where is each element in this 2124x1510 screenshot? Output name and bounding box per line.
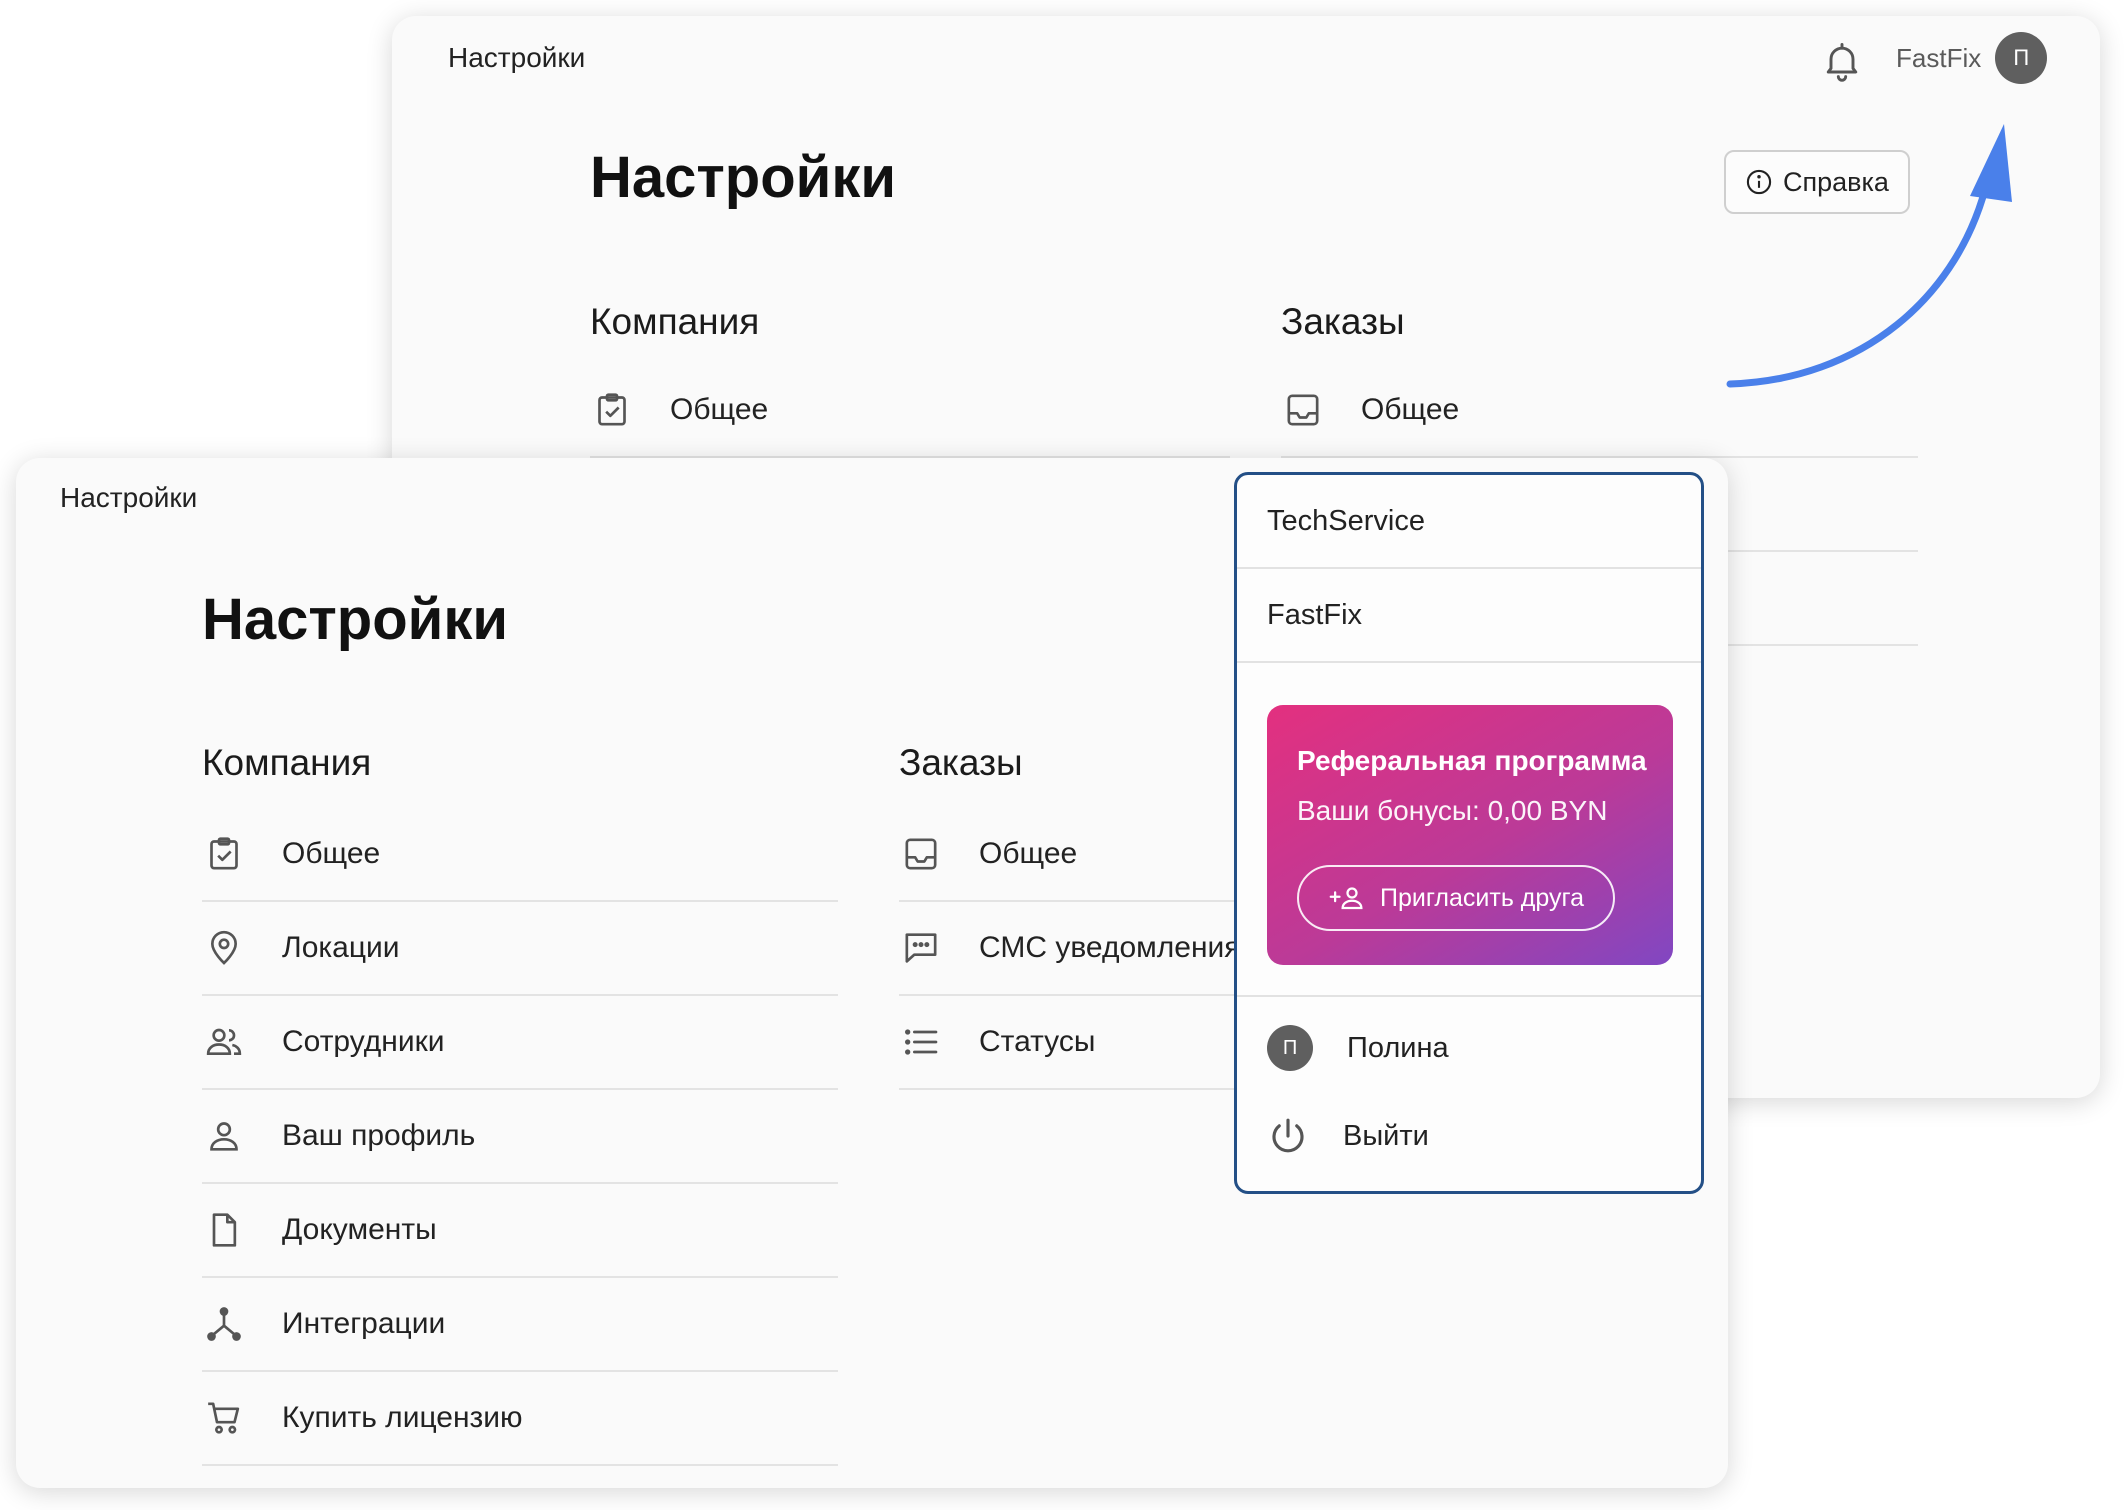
person-icon <box>210 1122 238 1151</box>
company-menu: Общее Локации Сотрудники Ваш профиль Док… <box>202 808 838 1466</box>
company-switcher[interactable]: FastFix П <box>1896 28 2048 88</box>
menu-item-label: Интеграции <box>282 1307 446 1340</box>
inbox-icon <box>1287 394 1319 426</box>
menu-item-label: Общее <box>1361 393 1460 426</box>
menu-item-documents[interactable]: Документы <box>202 1184 838 1278</box>
menu-item-integrations[interactable]: Интеграции <box>202 1278 838 1372</box>
company-name: FastFix <box>1896 42 1982 73</box>
clipboard-check-icon <box>210 837 238 870</box>
user-profile-row[interactable]: П Полина <box>1267 1025 1449 1071</box>
menu-item-label: Локации <box>282 931 400 964</box>
menu-item-sms-notifications[interactable]: СМС уведомления <box>899 902 1259 996</box>
page-title: Настройки <box>202 587 509 652</box>
clipboard-check-icon <box>598 393 626 426</box>
avatar: П <box>1995 32 2048 84</box>
menu-item-label: Общее <box>670 393 769 426</box>
invite-friend-label: Пригласить друга <box>1380 883 1584 912</box>
menu-item-buy-license[interactable]: Купить лицензию <box>202 1372 838 1466</box>
company-option-techservice[interactable]: TechService <box>1237 475 1701 569</box>
company-option-fastfix[interactable]: FastFix <box>1237 569 1701 663</box>
curved-arrow-icon <box>1726 124 2012 388</box>
menu-item-label: СМС уведомления <box>979 931 1241 964</box>
invite-friend-button[interactable]: Пригласить друга <box>1297 865 1615 931</box>
inbox-icon <box>905 838 937 870</box>
menu-item-label: Сотрудники <box>282 1025 445 1058</box>
menu-item-label: Ваш профиль <box>282 1119 476 1152</box>
menu-item-profile[interactable]: Ваш профиль <box>202 1090 838 1184</box>
menu-item-company-general[interactable]: Общее <box>590 364 1230 458</box>
avatar: П <box>1267 1025 1313 1071</box>
topbar-title: Настройки <box>448 42 586 73</box>
bell-icon[interactable] <box>1820 36 1864 86</box>
power-icon <box>1272 1118 1304 1153</box>
user-name: Полина <box>1347 1031 1449 1064</box>
menu-item-locations[interactable]: Локации <box>202 902 838 996</box>
referral-bonus: Ваши бонусы: 0,00 BYN <box>1297 795 1608 826</box>
referral-title: Реферальная программа <box>1297 745 1647 776</box>
cart-icon <box>208 1402 240 1434</box>
chat-icon <box>905 933 937 963</box>
section-title-company: Компания <box>590 301 760 342</box>
menu-item-label: Статусы <box>979 1025 1096 1058</box>
location-pin-icon <box>210 930 238 965</box>
menu-item-employees[interactable]: Сотрудники <box>202 996 838 1090</box>
list-icon <box>905 1029 938 1055</box>
logout-label: Выйти <box>1343 1119 1429 1152</box>
topbar-title: Настройки <box>60 482 198 513</box>
section-title-company: Компания <box>202 742 372 783</box>
add-person-icon <box>1329 887 1363 910</box>
document-icon <box>212 1213 237 1247</box>
menu-item-label: Общее <box>282 837 381 870</box>
integration-icon <box>207 1307 241 1341</box>
people-icon <box>206 1028 242 1055</box>
menu-item-statuses[interactable]: Статусы <box>899 996 1259 1090</box>
divider <box>1237 995 1701 997</box>
page-title: Настройки <box>590 145 897 210</box>
account-dropdown: TechService FastFix Реферальная программ… <box>1234 472 1704 1194</box>
menu-item-label: Купить лицензию <box>282 1401 523 1434</box>
logout-row[interactable]: Выйти <box>1267 1115 1429 1157</box>
menu-item-label: Документы <box>282 1213 437 1246</box>
referral-card: Реферальная программа Ваши бонусы: 0,00 … <box>1267 705 1673 965</box>
menu-item-orders-general[interactable]: Общее <box>899 808 1259 902</box>
section-title-orders: Заказы <box>1281 301 1405 342</box>
menu-item-company-general[interactable]: Общее <box>202 808 838 902</box>
orders-menu: Общее СМС уведомления Статусы <box>899 808 1259 1090</box>
section-title-orders: Заказы <box>899 742 1023 783</box>
menu-item-label: Общее <box>979 837 1078 870</box>
